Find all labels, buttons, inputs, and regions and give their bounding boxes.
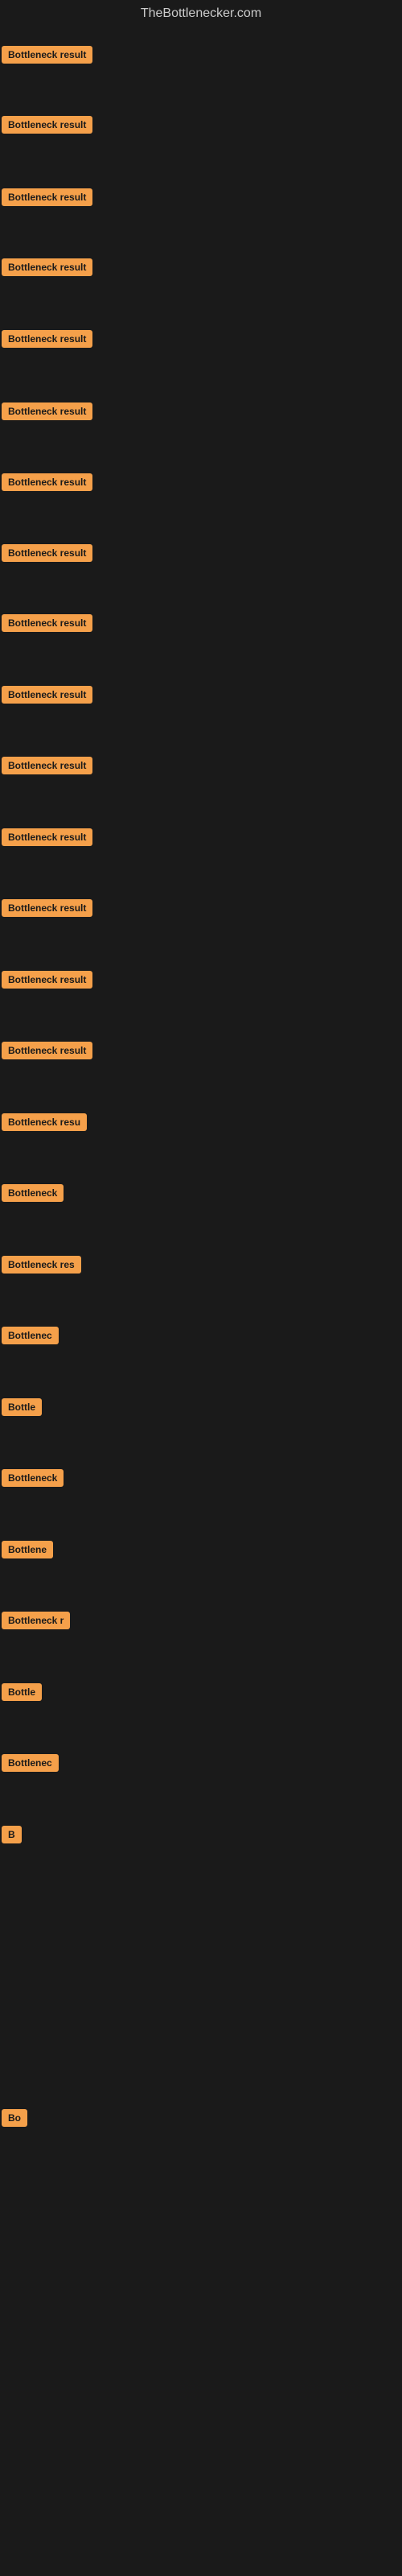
bottleneck-item-22: Bottlene (2, 1541, 53, 1563)
bottleneck-badge-20[interactable]: Bottle (2, 1398, 42, 1416)
bottleneck-badge-17[interactable]: Bottleneck (2, 1184, 64, 1202)
bottleneck-badge-11[interactable]: Bottleneck result (2, 757, 92, 774)
bottleneck-item-14: Bottleneck result (2, 971, 92, 993)
bottleneck-item-24: Bottle (2, 1683, 42, 1705)
bottleneck-item-3: Bottleneck result (2, 188, 92, 210)
bottleneck-item-27: Bo (2, 2109, 27, 2131)
bottleneck-badge-3[interactable]: Bottleneck result (2, 188, 92, 206)
bottleneck-item-15: Bottleneck result (2, 1042, 92, 1063)
bottleneck-item-9: Bottleneck result (2, 614, 92, 636)
bottleneck-badge-13[interactable]: Bottleneck result (2, 899, 92, 917)
bottleneck-item-21: Bottleneck (2, 1469, 64, 1491)
bottleneck-badge-7[interactable]: Bottleneck result (2, 473, 92, 491)
bottleneck-badge-18[interactable]: Bottleneck res (2, 1256, 81, 1274)
bottleneck-badge-4[interactable]: Bottleneck result (2, 258, 92, 276)
bottleneck-badge-22[interactable]: Bottlene (2, 1541, 53, 1558)
bottleneck-badge-2[interactable]: Bottleneck result (2, 116, 92, 134)
bottleneck-badge-25[interactable]: Bottlenec (2, 1754, 59, 1772)
bottleneck-badge-16[interactable]: Bottleneck resu (2, 1113, 87, 1131)
bottleneck-badge-12[interactable]: Bottleneck result (2, 828, 92, 846)
bottleneck-badge-1[interactable]: Bottleneck result (2, 46, 92, 64)
bottleneck-badge-9[interactable]: Bottleneck result (2, 614, 92, 632)
bottleneck-item-17: Bottleneck (2, 1184, 64, 1206)
bottleneck-badge-21[interactable]: Bottleneck (2, 1469, 64, 1487)
bottleneck-item-5: Bottleneck result (2, 330, 92, 352)
site-title: TheBottlenecker.com (0, 0, 402, 24)
bottleneck-item-6: Bottleneck result (2, 402, 92, 424)
bottleneck-badge-23[interactable]: Bottleneck r (2, 1612, 70, 1629)
bottleneck-badge-15[interactable]: Bottleneck result (2, 1042, 92, 1059)
bottleneck-item-8: Bottleneck result (2, 544, 92, 566)
bottleneck-badge-19[interactable]: Bottlenec (2, 1327, 59, 1344)
bottleneck-item-10: Bottleneck result (2, 686, 92, 708)
bottleneck-item-26: B (2, 1826, 22, 1847)
bottleneck-item-16: Bottleneck resu (2, 1113, 87, 1135)
bottleneck-badge-27[interactable]: Bo (2, 2109, 27, 2127)
bottleneck-item-20: Bottle (2, 1398, 42, 1420)
bottleneck-item-23: Bottleneck r (2, 1612, 70, 1633)
bottleneck-item-4: Bottleneck result (2, 258, 92, 280)
bottleneck-item-19: Bottlenec (2, 1327, 59, 1348)
bottleneck-badge-8[interactable]: Bottleneck result (2, 544, 92, 562)
bottleneck-badge-24[interactable]: Bottle (2, 1683, 42, 1701)
bottleneck-badge-6[interactable]: Bottleneck result (2, 402, 92, 420)
bottleneck-badge-5[interactable]: Bottleneck result (2, 330, 92, 348)
bottleneck-item-1: Bottleneck result (2, 46, 92, 68)
bottleneck-item-11: Bottleneck result (2, 757, 92, 778)
bottleneck-item-13: Bottleneck result (2, 899, 92, 921)
bottleneck-badge-14[interactable]: Bottleneck result (2, 971, 92, 989)
bottleneck-item-12: Bottleneck result (2, 828, 92, 850)
bottleneck-item-25: Bottlenec (2, 1754, 59, 1776)
bottleneck-item-2: Bottleneck result (2, 116, 92, 138)
bottleneck-badge-26[interactable]: B (2, 1826, 22, 1843)
bottleneck-item-18: Bottleneck res (2, 1256, 81, 1278)
bottleneck-item-7: Bottleneck result (2, 473, 92, 495)
bottleneck-badge-10[interactable]: Bottleneck result (2, 686, 92, 704)
